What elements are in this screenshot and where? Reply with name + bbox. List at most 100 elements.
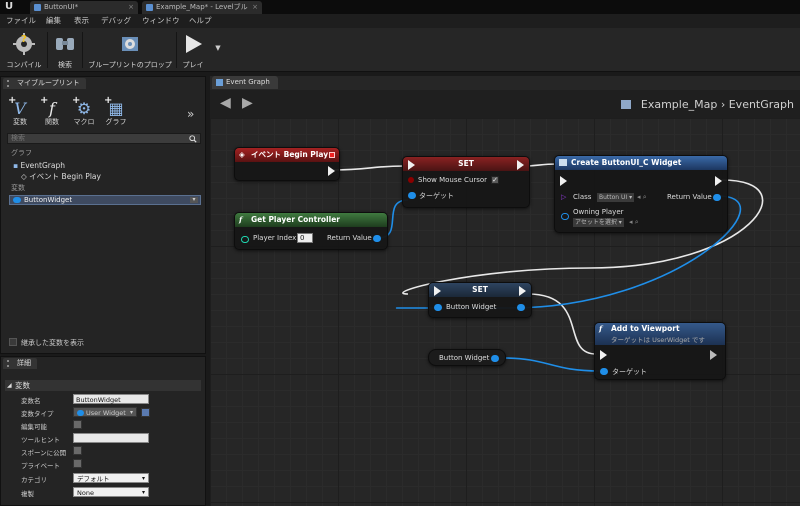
forward-arrow-icon[interactable]: ▶	[242, 96, 253, 110]
exec-input-pin[interactable]	[560, 176, 567, 186]
property-label: 変数名	[21, 397, 41, 405]
node-title: Create ButtonUI_C Widget	[571, 158, 682, 167]
node-add-to-viewport[interactable]: f Add to Viewport ターゲットは UserWidget です タ…	[594, 322, 726, 380]
menu-window[interactable]: ウィンドウ	[142, 14, 180, 28]
tab-my-blueprint[interactable]: マイブループリント	[3, 78, 86, 89]
toolbar-divider	[47, 32, 48, 68]
property-label: カテゴリ	[21, 476, 47, 484]
int-input-pin[interactable]	[241, 236, 249, 243]
property-label: プライベート	[21, 462, 60, 470]
compile-button[interactable]: ? コンパイル	[4, 30, 44, 70]
back-arrow-icon[interactable]: ◀	[220, 96, 231, 110]
delegate-pin-icon[interactable]	[329, 152, 335, 158]
exec-output-pin[interactable]	[710, 350, 717, 360]
node-create-widget[interactable]: Create ButtonUI_C Widget ▷ Class Button …	[554, 155, 728, 233]
more-icon[interactable]: »	[187, 107, 194, 121]
object-output-pin[interactable]	[373, 235, 381, 242]
row-editable: 編集可能	[5, 419, 201, 432]
exec-output-pin[interactable]	[715, 176, 722, 186]
blueprint-props-button[interactable]: ブループリントのプロップ	[85, 30, 175, 70]
exec-input-pin[interactable]	[600, 350, 607, 360]
node-get-player-controller[interactable]: f Get Player Controller Player Index 0 R…	[234, 212, 388, 250]
chevron-down-icon[interactable]: ▾	[190, 197, 198, 203]
object-output-pin[interactable]	[517, 304, 525, 311]
tab-example-map[interactable]: Example_Map* - Levelブル ×	[142, 1, 262, 14]
object-input-pin[interactable]	[600, 368, 608, 375]
tab-event-graph[interactable]: Event Graph	[212, 76, 278, 89]
menu-edit[interactable]: 編集	[46, 14, 61, 28]
node-get-button-widget[interactable]: Button Widget	[428, 349, 506, 366]
replication-combo[interactable]: None ▾	[73, 487, 149, 497]
breadcrumb-map[interactable]: Example_Map	[641, 98, 717, 111]
menu-help[interactable]: ヘルプ	[189, 14, 212, 28]
object-input-pin[interactable]	[408, 192, 416, 199]
tree-item-event-graph[interactable]: ▪ EventGraph	[13, 161, 65, 170]
object-input-pin[interactable]	[434, 304, 442, 311]
menu-debug[interactable]: デバッグ	[101, 14, 131, 28]
variable-name-label: Button Widget	[439, 354, 490, 362]
browse-icon[interactable]: ◂ ⌕	[629, 218, 639, 227]
owning-player-value: アセットを選択	[575, 219, 617, 226]
breadcrumb-graph[interactable]: EventGraph	[729, 98, 794, 111]
node-event-begin-play[interactable]: ◈ イベント Begin Play	[234, 147, 340, 181]
add-macro-button[interactable]: + ⚙ マクロ	[71, 95, 97, 129]
add-function-button[interactable]: + f 関数	[39, 95, 65, 129]
array-type-icon[interactable]	[141, 408, 150, 417]
variable-item-buttonwidget[interactable]: ButtonWidget ▾	[9, 195, 201, 205]
node-set-show-mouse-cursor[interactable]: SET Show Mouse Cursor ✓ ターゲット	[402, 156, 530, 208]
show-mouse-checkbox[interactable]: ✓	[491, 176, 499, 184]
category-variables[interactable]: 変数	[11, 183, 25, 193]
graph-canvas[interactable]: ◈ イベント Begin Play SET Show Mouse Cursor …	[210, 118, 800, 506]
class-select[interactable]: Button UI ▾	[597, 193, 635, 202]
search-input[interactable]: 検索	[7, 133, 201, 144]
add-variable-button[interactable]: + V 変数	[7, 95, 33, 129]
bool-pin[interactable]	[408, 177, 414, 183]
compile-icon: ?	[13, 33, 35, 55]
close-icon[interactable]: ×	[252, 1, 258, 14]
player-index-input[interactable]: 0	[297, 233, 313, 243]
menu-view[interactable]: 表示	[74, 14, 89, 28]
tab-details[interactable]: 詳細	[3, 358, 37, 369]
panel-tab-label: マイブループリント	[17, 79, 80, 87]
grip-icon	[7, 80, 13, 87]
menu-file[interactable]: ファイル	[6, 14, 36, 28]
exec-input-pin[interactable]	[434, 286, 441, 296]
row-variable-type: 変数タイプ User Widget ▾	[5, 406, 201, 419]
object-output-pin[interactable]	[491, 355, 499, 362]
variable-name-input[interactable]: ButtonWidget	[73, 394, 149, 404]
class-pin-icon[interactable]: ▷	[561, 193, 566, 201]
toolbar-divider	[176, 32, 177, 68]
event-diamond-icon: ◈	[239, 150, 245, 159]
browse-icon[interactable]: ◂ ⌕	[637, 193, 647, 202]
variable-type-value: User Widget	[86, 409, 126, 417]
section-variable[interactable]: ◢ 変数	[5, 380, 201, 391]
play-button[interactable]: プレイ	[178, 30, 208, 70]
category-graphs[interactable]: グラフ	[11, 148, 32, 158]
search-button[interactable]: 検索	[50, 30, 80, 70]
expose-on-spawn-checkbox[interactable]	[73, 446, 82, 455]
owning-player-label: Owning Player	[573, 208, 624, 216]
node-set-button-widget[interactable]: SET Button Widget	[428, 282, 532, 318]
editable-checkbox[interactable]	[73, 420, 82, 429]
property-label: 編集可能	[21, 423, 47, 431]
tree-item-begin-play[interactable]: ◇ イベント Begin Play	[21, 171, 101, 182]
play-options-dropdown[interactable]: ▼	[210, 30, 226, 70]
tab-buttonui[interactable]: ButtonUI* ×	[30, 1, 138, 14]
node-header: SET	[429, 283, 531, 297]
exec-input-pin[interactable]	[408, 160, 415, 170]
owning-player-pin[interactable]	[561, 213, 569, 220]
exec-output-pin[interactable]	[328, 166, 335, 176]
tooltip-input[interactable]	[73, 433, 149, 443]
category-combo[interactable]: デフォルト ▾	[73, 473, 149, 483]
graph-tab-label: Event Graph	[226, 78, 270, 86]
show-inherited-checkbox[interactable]: 継承した変数を表示	[9, 338, 84, 348]
exec-output-pin[interactable]	[517, 160, 524, 170]
exec-output-pin[interactable]	[519, 286, 526, 296]
object-output-pin[interactable]	[713, 194, 721, 201]
close-icon[interactable]: ×	[128, 1, 134, 14]
private-checkbox[interactable]	[73, 459, 82, 468]
add-graph-button[interactable]: + ▦ グラフ	[103, 95, 129, 129]
variable-type-combo[interactable]: User Widget ▾	[73, 407, 137, 417]
show-mouse-cursor-label: Show Mouse Cursor	[418, 176, 488, 184]
owning-player-select[interactable]: アセットを選択 ▾	[573, 218, 624, 227]
